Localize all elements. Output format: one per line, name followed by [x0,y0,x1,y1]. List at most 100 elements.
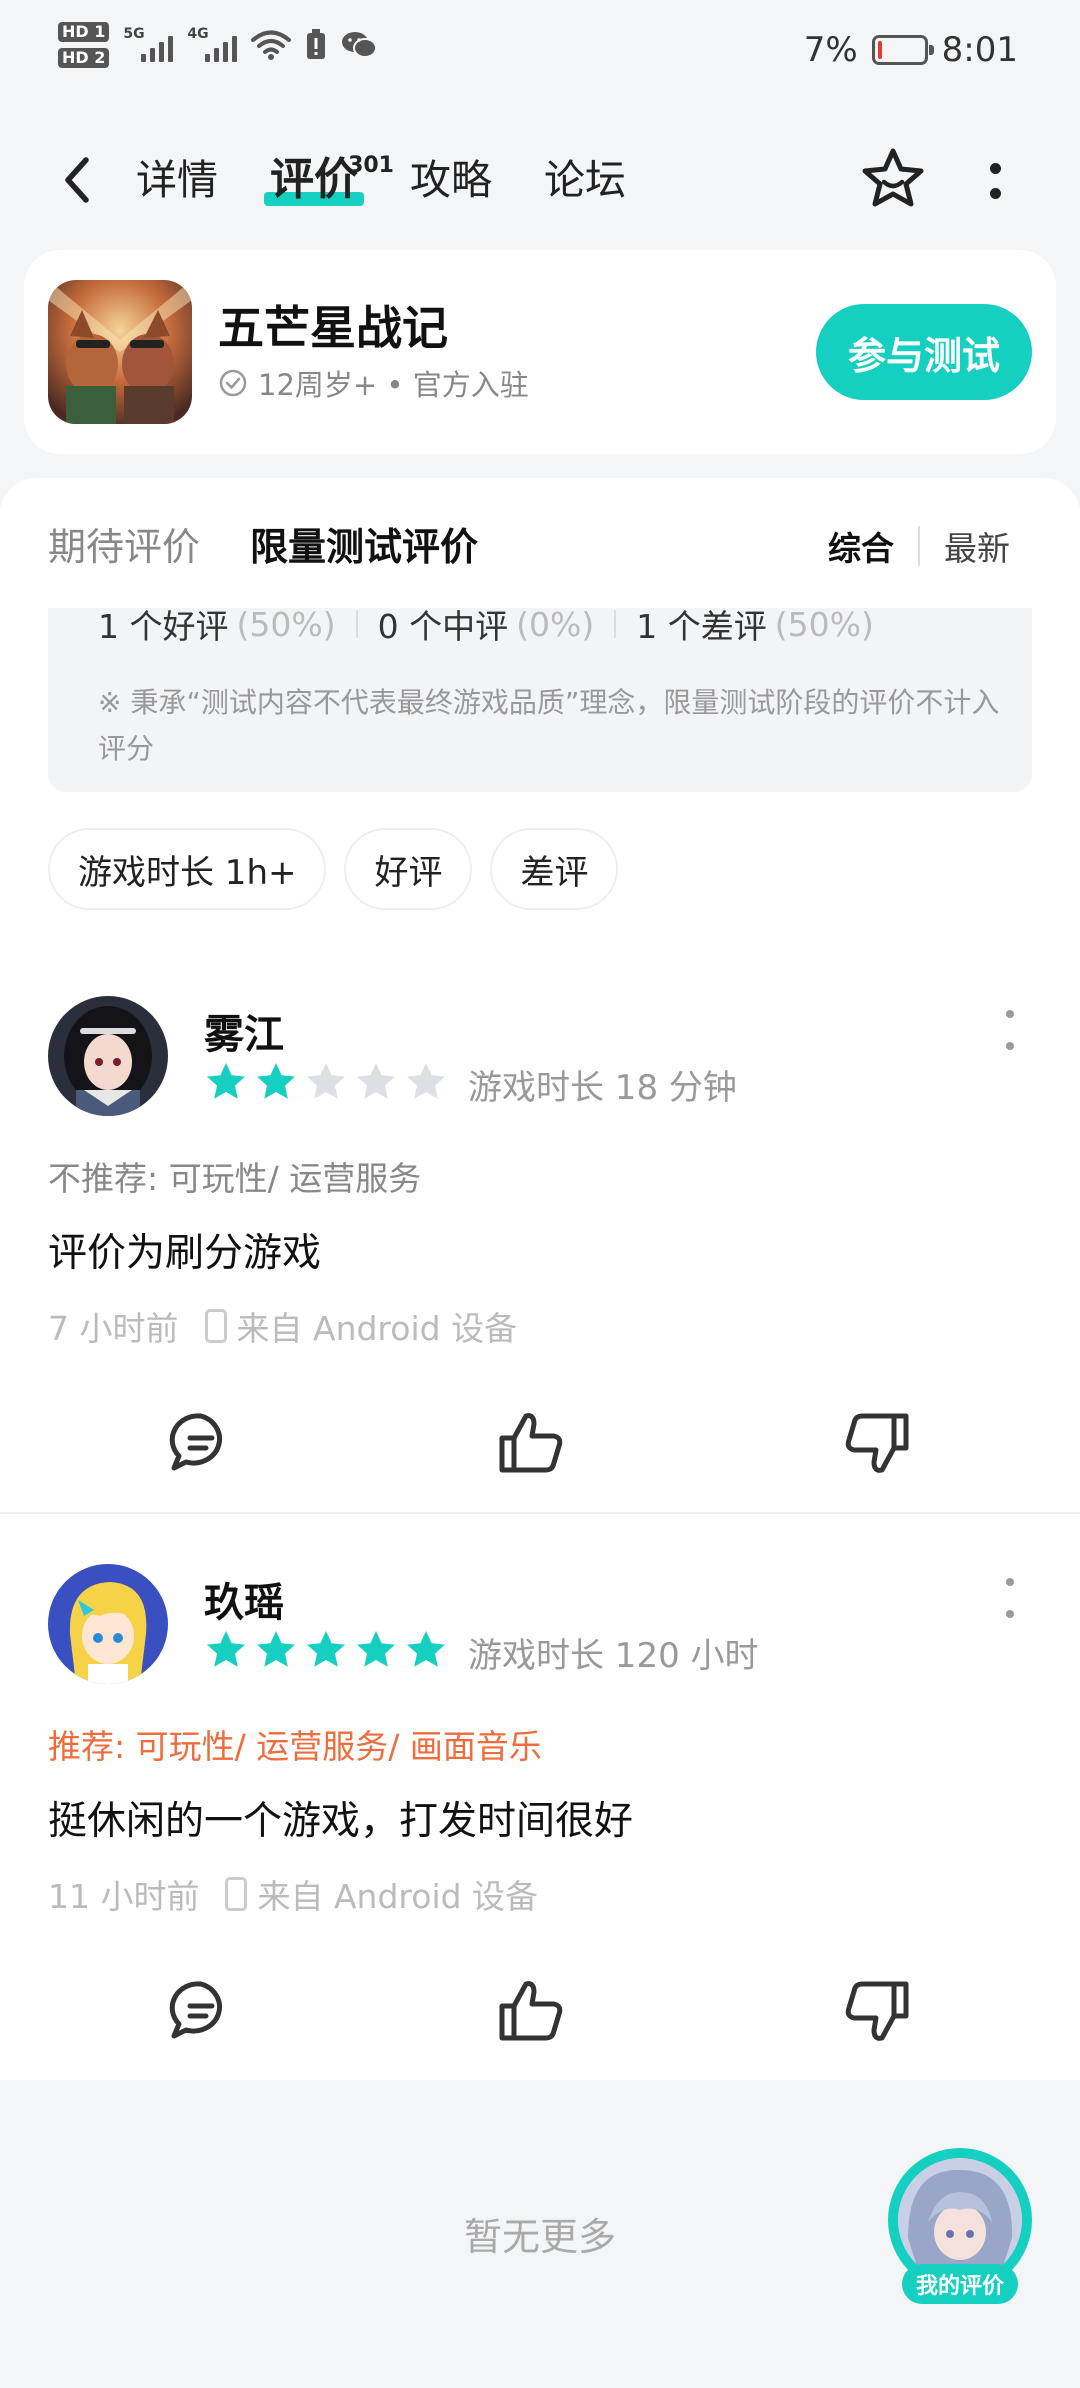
game-meta: 12周岁+ • 官方入驻 [218,362,529,404]
phone-icon [225,1877,248,1911]
battery-icon [871,35,934,65]
my-review-label: 我的评价 [902,2264,1018,2304]
sort-latest[interactable]: 最新 [944,522,1010,570]
signal-4g-icon: 4G [187,26,238,62]
review-time: 11 小时前 [48,1877,200,1916]
signal-5g-icon: 5G [123,26,174,62]
chevron-left-icon[interactable] [56,154,100,206]
reviewer-name[interactable]: 雾江 [204,1002,284,1060]
avatar[interactable] [48,1564,168,1684]
tab-expectation-reviews[interactable]: 期待评价 [48,516,200,571]
thumbs-up-icon[interactable] [496,1976,566,2046]
comment-icon[interactable] [166,1408,236,1478]
summary-divider [614,610,617,638]
review-footer: 11 小时前 来自 Android 设备 [48,1870,538,1918]
game-icon [48,280,192,424]
review-footer: 7 小时前 来自 Android 设备 [48,1302,517,1350]
star-empty-icon [357,1063,395,1099]
tab-reviews[interactable]: 评价 301 [264,148,394,212]
signal-4g-label: 4G [187,26,209,42]
battery-percent: 7% [803,30,858,70]
nav-tabs: 详情 评价 301 攻略 论坛 [136,148,626,212]
star-filled-icon [257,1631,295,1667]
comment-icon[interactable] [166,1976,236,2046]
alert-battery-icon [307,29,326,59]
review-divider [0,1512,1080,1514]
star-filled-icon [307,1631,345,1667]
summary-divider [355,610,358,638]
good-count: 1 个好评 [98,607,229,646]
reviews-panel: 期待评价 限量测试评价 综合 最新 1 个好评 (50%) 0 个中评 (0%)… [0,478,1080,2080]
rating-counts: 1 个好评 (50%) 0 个中评 (0%) 1 个差评 (50%) [98,600,874,648]
summary-note: ※ 秉承“测试内容不代表最终游戏品质”理念，限量测试阶段的评价不计入评分 [98,686,1000,765]
hd-badges: HD 1 HD 2 [58,22,110,68]
star-empty-icon [307,1063,345,1099]
top-nav: 详情 评价 301 攻略 论坛 [0,120,1080,240]
star-filled-icon [407,1631,445,1667]
star-filled-icon [207,1063,245,1099]
more-vertical-icon[interactable] [980,156,1010,206]
wechat-icon [342,32,378,58]
avatar[interactable] [48,996,168,1116]
review-count-badge: 301 [348,153,394,178]
star-filled-icon [207,1631,245,1667]
filter-positive-chip[interactable]: 好评 [344,828,473,910]
status-right: 7% 8:01 [804,30,1018,70]
my-review-button[interactable]: 我的评价 [888,2148,1032,2304]
thumbs-down-icon[interactable] [842,1408,912,1478]
star-rating [204,1628,448,1672]
hd2-badge: HD 2 [58,48,110,68]
filter-negative-chip[interactable]: 差评 [490,828,619,910]
mid-pct: (0%) [516,604,595,644]
game-card[interactable]: 五芒星战记 12周岁+ • 官方入驻 参与测试 [24,250,1056,454]
sort-switch: 综合 最新 [828,522,1010,570]
review-actions [0,1408,1080,1478]
review-actions [0,1976,1080,2046]
filter-playtime-chip[interactable]: 游戏时长 1h+ [48,828,327,910]
star-outline-icon[interactable] [860,146,926,212]
review-subtabs: 期待评价 限量测试评价 [48,516,478,571]
more-vertical-icon[interactable] [1000,1010,1020,1050]
review-item: 雾江 游戏时长 18 分钟 不推荐: 可玩性/ 运营服务 评价为刷分游戏 7 小… [0,996,1080,1486]
review-tags: 不推荐: 可玩性/ 运营服务 [48,1159,422,1198]
review-text[interactable]: 挺休闲的一个游戏，打发时间很好 [48,1790,633,1846]
star-filled-icon [257,1063,295,1099]
good-pct: (50%) [236,604,336,644]
status-left: HD 1 HD 2 5G 4G [58,22,378,68]
sort-divider [918,526,920,566]
rating-summary: 1 个好评 (50%) 0 个中评 (0%) 1 个差评 (50%) ※ 秉承“… [48,605,1032,792]
bad-pct: (50%) [774,604,874,644]
tab-limited-test-reviews[interactable]: 限量测试评价 [250,516,478,571]
mid-count: 0 个中评 [377,607,509,646]
bad-count: 1 个差评 [636,607,767,646]
tab-guides[interactable]: 攻略 [410,148,492,212]
verified-check-icon [219,369,247,397]
review-item: 玖瑶 游戏时长 120 小时 推荐: 可玩性/ 运营服务/ 画面音乐 挺休闲的一… [0,1564,1080,2054]
tab-details[interactable]: 详情 [136,148,218,212]
star-filled-icon [357,1631,395,1667]
hd1-badge: HD 1 [58,22,110,42]
review-tags: 推荐: 可玩性/ 运营服务/ 画面音乐 [48,1727,542,1766]
status-bar: HD 1 HD 2 5G 4G 7% 8:01 [0,0,1080,110]
wifi-icon [251,30,292,60]
playtime: 游戏时长 18 分钟 [468,1068,737,1108]
game-meta-text: 12周岁+ • 官方入驻 [258,368,529,402]
signal-5g-label: 5G [123,26,145,42]
game-title: 五芒星战记 [218,301,448,355]
phone-icon [204,1309,227,1343]
review-text[interactable]: 评价为刷分游戏 [48,1222,321,1278]
review-filters: 游戏时长 1h+ 好评 差评 [48,828,619,910]
reviewer-name[interactable]: 玖瑶 [204,1570,284,1628]
star-rating [204,1060,448,1104]
review-device: 来自 Android 设备 [236,1309,518,1348]
review-time: 7 小时前 [48,1309,179,1348]
thumbs-down-icon[interactable] [842,1976,912,2046]
tab-forum[interactable]: 论坛 [544,148,626,212]
battery-level [877,41,882,59]
review-device: 来自 Android 设备 [257,1877,539,1916]
sort-comprehensive[interactable]: 综合 [828,522,894,570]
join-test-button[interactable]: 参与测试 [816,304,1032,400]
more-vertical-icon[interactable] [1000,1578,1020,1618]
thumbs-up-icon[interactable] [496,1408,566,1478]
clock: 8:01 [941,30,1018,70]
